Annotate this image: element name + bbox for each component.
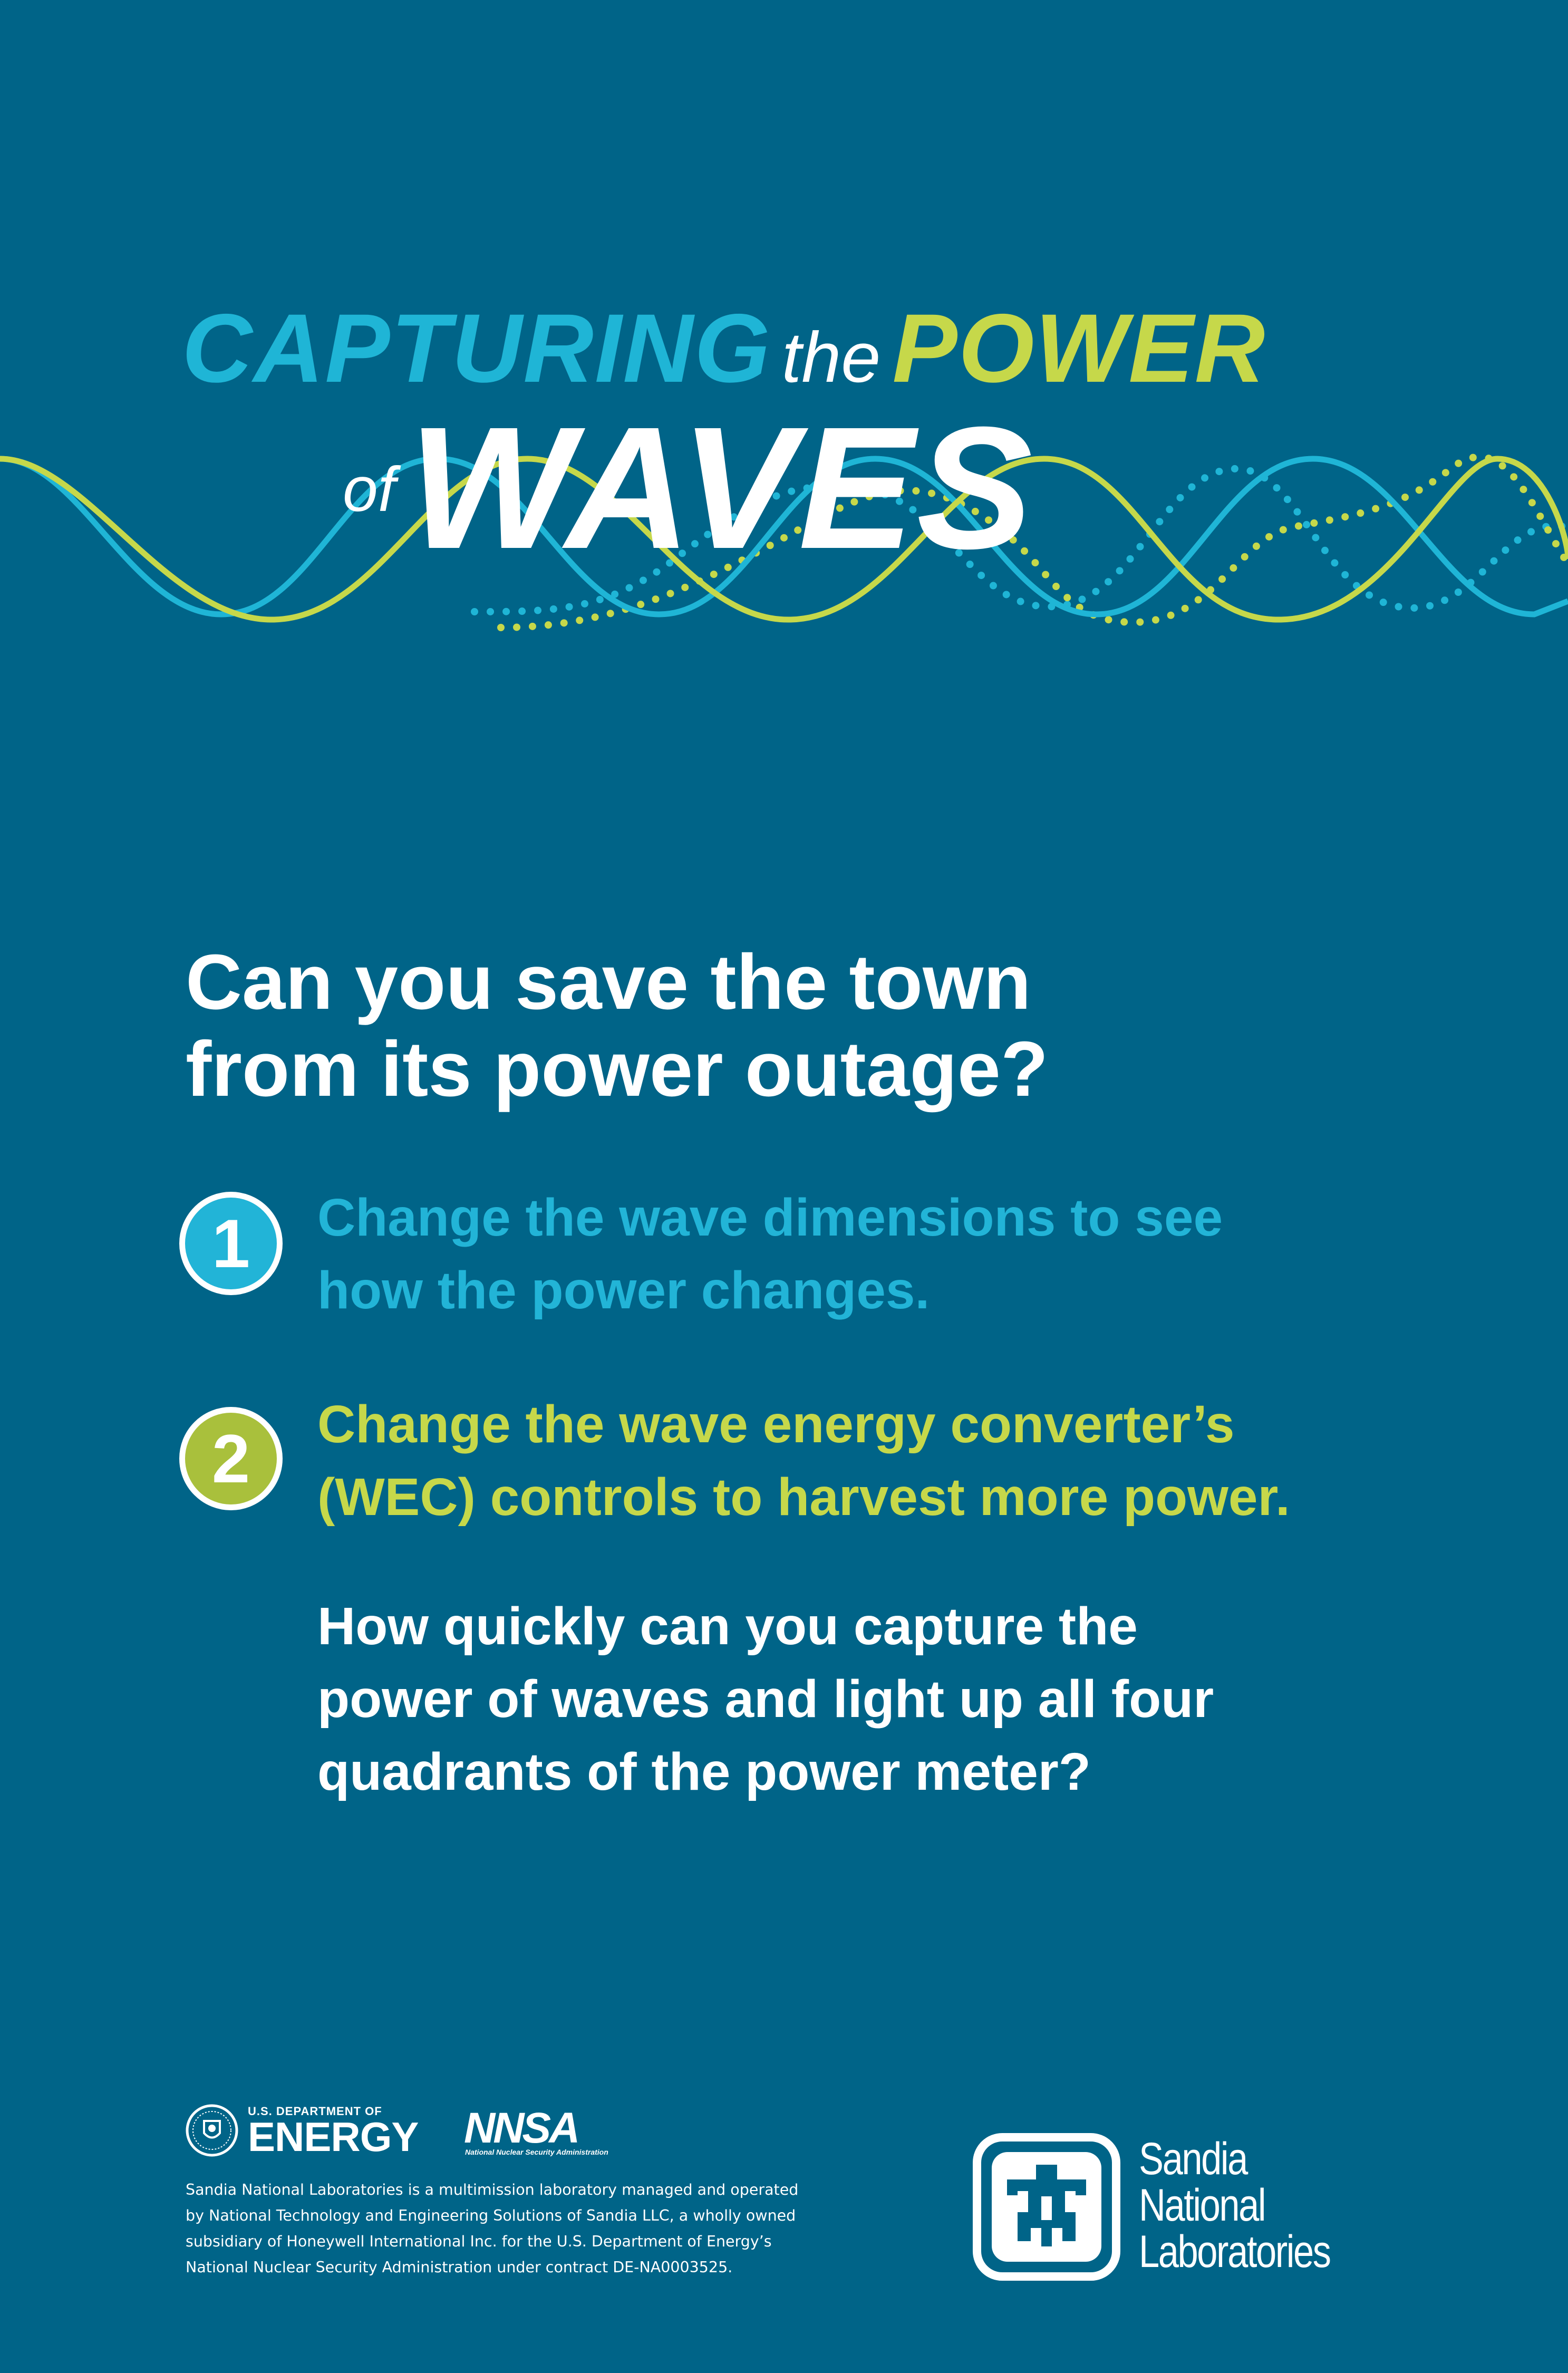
title-power: POWER [892,294,1266,403]
step-2-line-2: (WEC) controls to harvest more power. [317,1468,1290,1527]
doe-logo: U.S. DEPARTMENT OF ENERGY [186,2104,419,2160]
challenge-line-2: power of waves and light up all four [317,1670,1214,1729]
question-line-2: from its power outage? [186,1026,1049,1113]
main-question: Can you save the town from its power out… [186,939,1398,1113]
poster: CAPTURING the POWER ofWAVES Can you save t… [0,0,1568,2373]
challenge-text: How quickly can you capture the power of… [317,1590,1451,1808]
disclaimer: Sandia National Laboratories is a multim… [186,2177,871,2280]
title-the: the [781,317,881,397]
question-line-1: Can you save the town [186,939,1031,1026]
disclaimer-line-4: National Nuclear Security Administration… [186,2259,733,2276]
step-2-line-1: Change the wave energy converter’s [317,1395,1235,1454]
doe-seal-icon [186,2104,238,2157]
step-1-line-2: how the power changes. [317,1261,930,1320]
sandia-line-1: Sandia [1139,2134,1248,2184]
nnsa-logo: NNSA National Nuclear Security Administr… [464,2107,633,2159]
sandia-thunderbird-icon [973,2133,1120,2281]
sandia-line-2: National [1139,2180,1266,2231]
step-2-number-badge: 2 [179,1407,283,1510]
step-1-number-badge: 1 [179,1192,283,1295]
step-1-text: Change the wave dimensions to see how th… [317,1181,1530,1327]
title-capturing: CAPTURING [182,294,771,403]
step-2-text: Change the wave energy converter’s (WEC)… [317,1388,1530,1533]
title-waves: WAVES [409,390,1035,585]
disclaimer-line-3: subsidiary of Honeywell International In… [186,2233,772,2250]
sandia-line-3: Laboratories [1139,2226,1331,2277]
challenge-line-3: quadrants of the power meter? [317,1742,1091,1801]
step-1-line-1: Change the wave dimensions to see [317,1188,1223,1247]
nnsa-subtitle: National Nuclear Security Administration [465,2148,608,2156]
disclaimer-line-2: by National Technology and Engineering S… [186,2207,796,2224]
sandia-wordmark: Sandia National Laboratories [1139,2134,1331,2277]
nnsa-mark: NNSA [464,2104,580,2152]
challenge-line-1: How quickly can you capture the [317,1597,1138,1656]
doe-big-text: ENERGY [248,2114,419,2160]
doe-wordmark: U.S. DEPARTMENT OF ENERGY [248,2105,419,2160]
title-line-2: ofWAVES [343,388,1035,588]
disclaimer-line-1: Sandia National Laboratories is a multim… [186,2181,799,2198]
title-of: of [343,454,396,525]
